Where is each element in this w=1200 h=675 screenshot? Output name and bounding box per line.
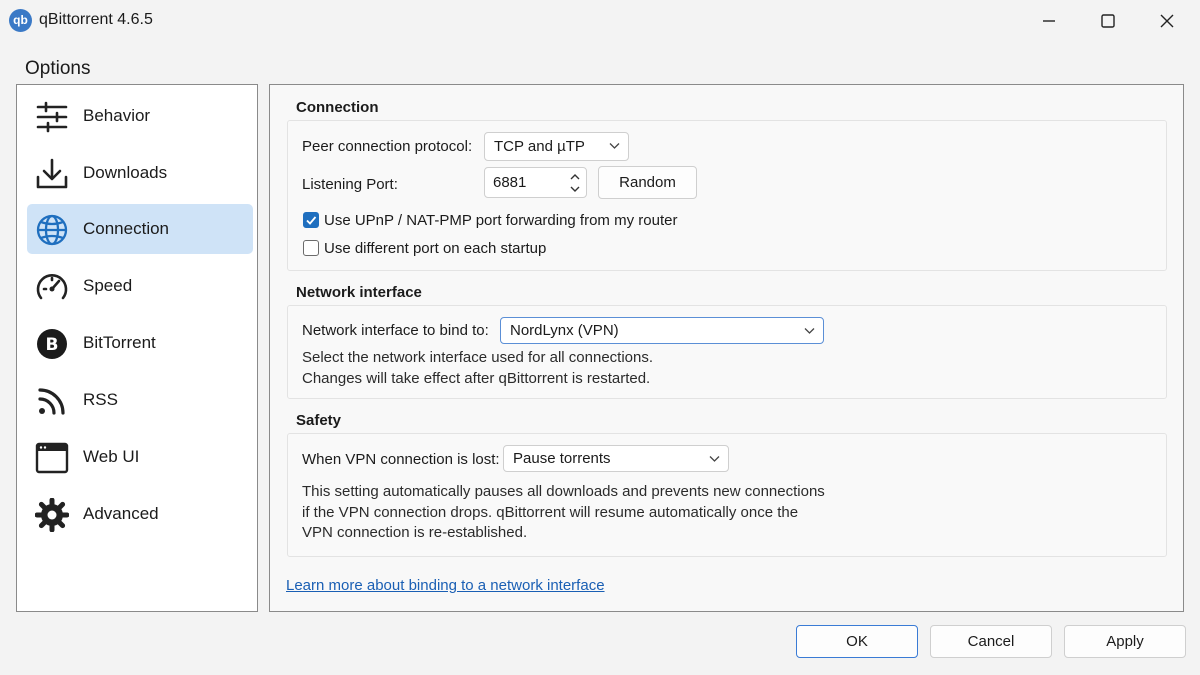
protocol-value: TCP and µTP	[494, 138, 585, 155]
sidebar-item-label: BitTorrent	[83, 333, 156, 352]
svg-text:B: B	[46, 335, 59, 355]
chevron-down-icon	[804, 328, 815, 334]
network-interface-dropdown[interactable]: NordLynx (VPN)	[500, 317, 824, 344]
safety-section-title: Safety	[296, 412, 342, 429]
network-interface-value: NordLynx (VPN)	[510, 322, 619, 339]
checkmark-icon	[306, 216, 317, 225]
description-line: Select the network interface used for al…	[302, 349, 654, 366]
sidebar-item-connection[interactable]: Connection	[27, 204, 253, 254]
window-title: qBittorrent 4.6.5	[39, 11, 153, 28]
listening-port-label: Listening Port:	[302, 176, 398, 193]
sidebar-item-speed[interactable]: Speed	[27, 261, 253, 311]
connection-section-title: Connection	[296, 99, 379, 116]
sliders-icon	[36, 101, 68, 133]
upnp-checkbox[interactable]	[303, 212, 319, 228]
description-line: VPN connection is re-established.	[302, 524, 528, 541]
vpn-lost-action-dropdown[interactable]: Pause torrents	[503, 445, 729, 472]
upnp-label[interactable]: Use UPnP / NAT-PMP port forwarding from …	[324, 212, 677, 229]
maximize-button[interactable]	[1079, 0, 1137, 42]
sidebar-item-behavior[interactable]: Behavior	[27, 91, 253, 141]
sidebar-item-label: Connection	[83, 219, 170, 238]
close-icon	[1160, 14, 1174, 28]
options-panel: Connection Peer connection protocol: TCP…	[269, 84, 1184, 612]
sidebar-item-label: RSS	[83, 390, 118, 409]
chevron-down-icon	[709, 456, 720, 462]
sidebar-item-label: Downloads	[83, 163, 168, 182]
spin-down-icon[interactable]	[567, 183, 583, 195]
rss-icon	[38, 388, 65, 415]
minimize-button[interactable]	[1020, 0, 1078, 42]
connection-group: Peer connection protocol: TCP and µTP Li…	[287, 120, 1167, 271]
gear-icon	[35, 498, 69, 532]
speedometer-icon	[36, 274, 68, 300]
download-icon	[36, 158, 68, 189]
network-interface-section-title: Network interface	[296, 284, 422, 301]
ok-button[interactable]: OK	[796, 625, 918, 658]
safety-description: This setting automatically pauses all do…	[302, 482, 825, 544]
cancel-button[interactable]: Cancel	[930, 625, 1052, 658]
close-button[interactable]	[1138, 0, 1196, 42]
port-value: 6881	[493, 174, 527, 191]
vpn-lost-action-value: Pause torrents	[513, 450, 611, 467]
chevron-down-icon	[609, 143, 620, 149]
different-port-checkbox[interactable]	[303, 240, 319, 256]
random-port-button[interactable]: Random	[598, 166, 697, 199]
sidebar-item-advanced[interactable]: Advanced	[27, 489, 253, 539]
maximize-icon	[1101, 14, 1115, 28]
description-line: Changes will take effect after qBittorre…	[302, 369, 651, 387]
qbittorrent-logo-icon: qb	[9, 9, 32, 32]
sidebar-item-label: Behavior	[83, 106, 151, 125]
browser-window-icon	[35, 442, 69, 474]
sidebar-item-label: Advanced	[83, 504, 159, 523]
sidebar-item-label: Web UI	[83, 447, 140, 466]
sidebar-item-bittorrent[interactable]: B BitTorrent	[27, 318, 253, 368]
different-port-label[interactable]: Use different port on each startup	[324, 240, 546, 257]
sidebar-item-label: Speed	[83, 276, 133, 295]
protocol-dropdown[interactable]: TCP and µTP	[484, 132, 629, 161]
description-line: if the VPN connection drops. qBittorrent…	[302, 503, 799, 521]
options-heading: Options	[25, 58, 91, 79]
sidebar-item-downloads[interactable]: Downloads	[27, 148, 253, 198]
listening-port-input[interactable]: 6881	[484, 167, 587, 198]
vpn-lost-label: When VPN connection is lost:	[302, 451, 500, 468]
globe-icon	[36, 214, 68, 246]
spin-up-icon[interactable]	[567, 171, 583, 183]
bittorrent-icon: B	[37, 329, 67, 359]
network-interface-description: Select the network interface used for al…	[302, 348, 653, 389]
safety-group: When VPN connection is lost: Pause torre…	[287, 433, 1167, 557]
minimize-icon	[1043, 20, 1055, 22]
protocol-label: Peer connection protocol:	[302, 138, 473, 155]
sidebar-item-rss[interactable]: RSS	[27, 375, 253, 425]
bind-interface-label: Network interface to bind to:	[302, 322, 489, 339]
title-bar: qb qBittorrent 4.6.5	[0, 0, 1200, 42]
learn-more-link[interactable]: Learn more about binding to a network in…	[286, 577, 605, 594]
options-sidebar: Behavior Downloads Connection Speed B Bi…	[16, 84, 258, 612]
network-interface-group: Network interface to bind to: NordLynx (…	[287, 305, 1167, 399]
sidebar-item-web-ui[interactable]: Web UI	[27, 432, 253, 482]
description-line: This setting automatically pauses all do…	[302, 483, 825, 500]
apply-button[interactable]: Apply	[1064, 625, 1186, 658]
